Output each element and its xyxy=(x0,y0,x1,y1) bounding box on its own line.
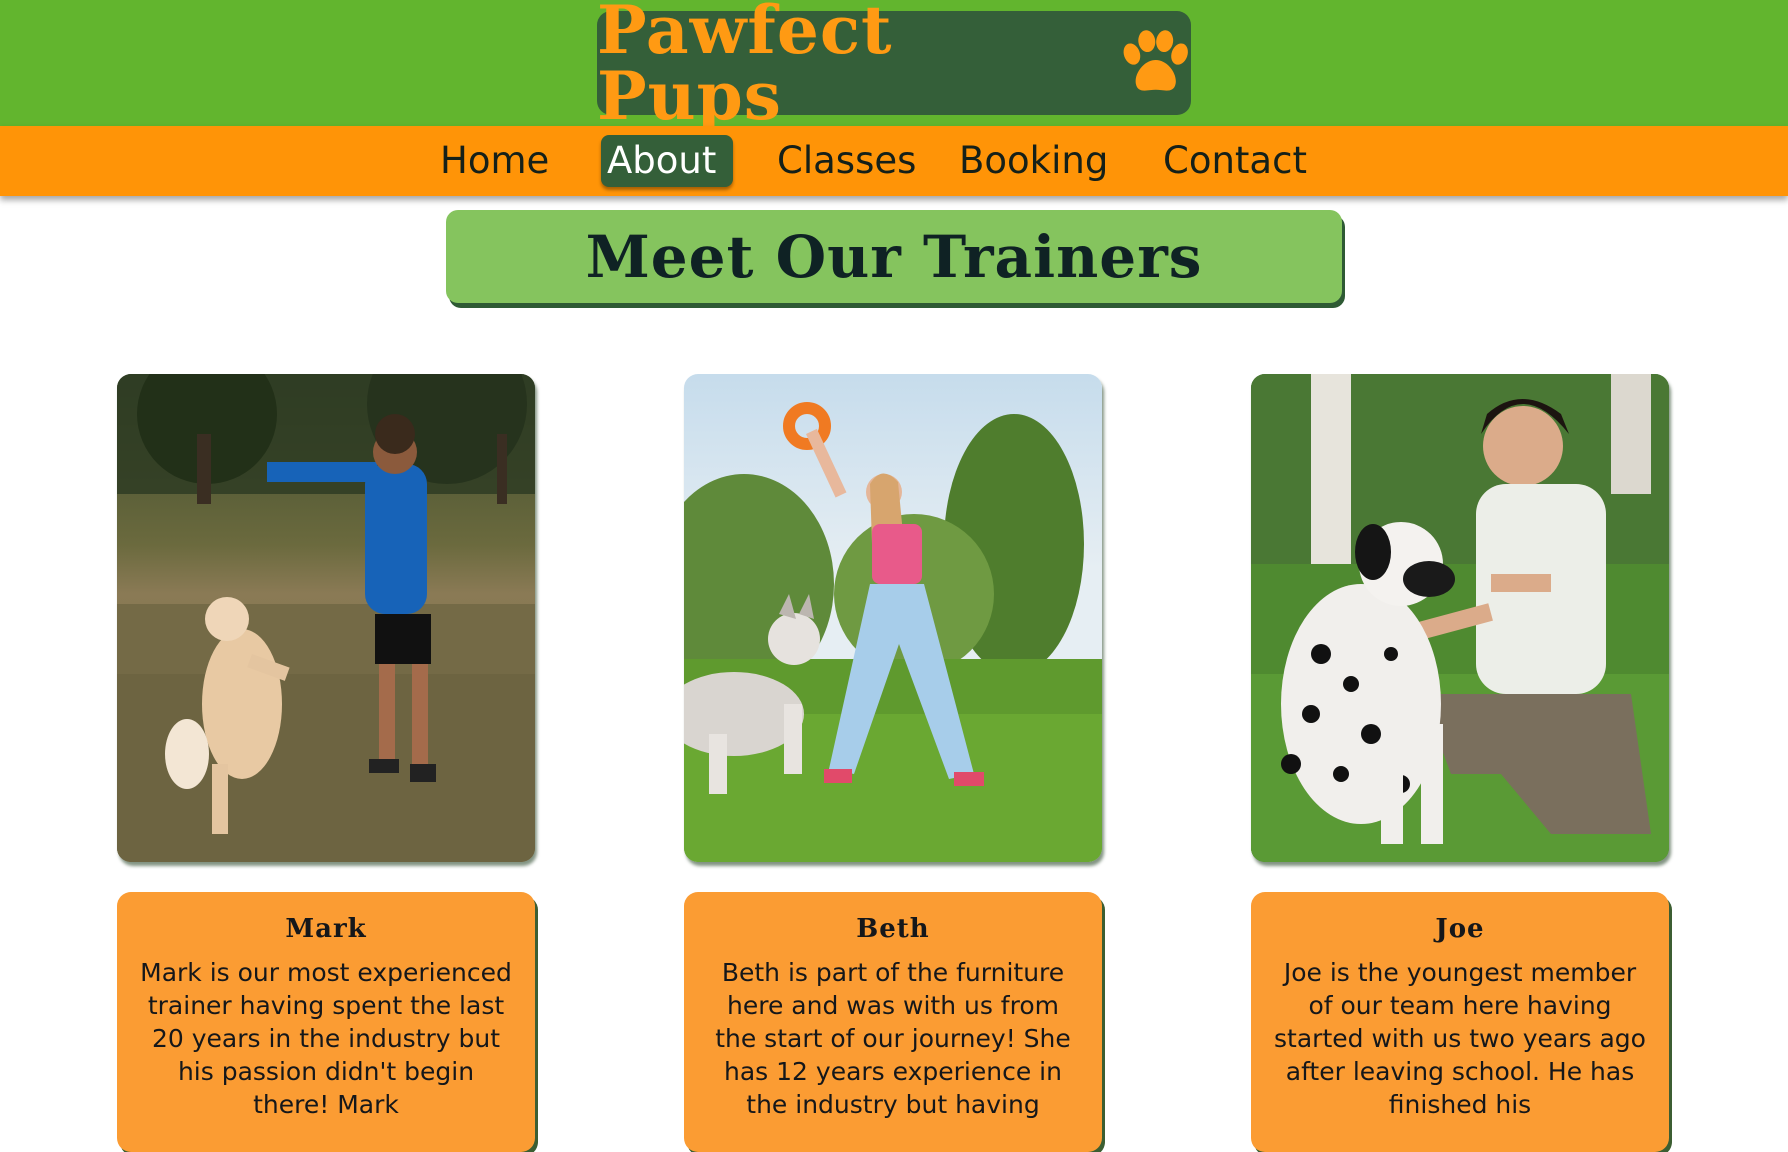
nav-contact[interactable]: Contact xyxy=(1157,135,1313,187)
page-title-banner: Meet Our Trainers xyxy=(446,210,1342,303)
nav-booking[interactable]: Booking xyxy=(953,135,1114,187)
trainer-name: Joe xyxy=(1435,914,1485,944)
page-title: Meet Our Trainers xyxy=(585,222,1203,291)
nav-home[interactable]: Home xyxy=(434,135,555,187)
trainer-card-mark: Mark Mark is our most experienced traine… xyxy=(117,892,535,1152)
site-header: Pawfect Pups xyxy=(0,0,1788,129)
trainer-card-beth: Beth Beth is part of the furniture here … xyxy=(684,892,1102,1152)
logo-text: Pawfect Pups xyxy=(597,0,893,135)
trainer-photo-beth xyxy=(684,374,1102,862)
nav-about[interactable]: About xyxy=(601,135,733,187)
trainer-bio: Joe is the youngest member of our team h… xyxy=(1274,958,1646,1119)
trainer-bio: Mark is our most experienced trainer hav… xyxy=(140,958,512,1119)
trainer-card-joe: Joe Joe is the youngest member of our te… xyxy=(1251,892,1669,1152)
trainer-name: Mark xyxy=(285,914,367,944)
trainer-photo-mark xyxy=(117,374,535,862)
paw-icon xyxy=(1123,30,1188,91)
site-logo[interactable]: Pawfect Pups xyxy=(597,0,1191,129)
trainer-name: Beth xyxy=(856,914,930,944)
trainer-photo-joe xyxy=(1251,374,1669,862)
main-nav: Home About Classes Booking Contact xyxy=(0,126,1788,196)
nav-classes[interactable]: Classes xyxy=(771,135,922,187)
trainer-bio: Beth is part of the furniture here and w… xyxy=(715,958,1071,1119)
